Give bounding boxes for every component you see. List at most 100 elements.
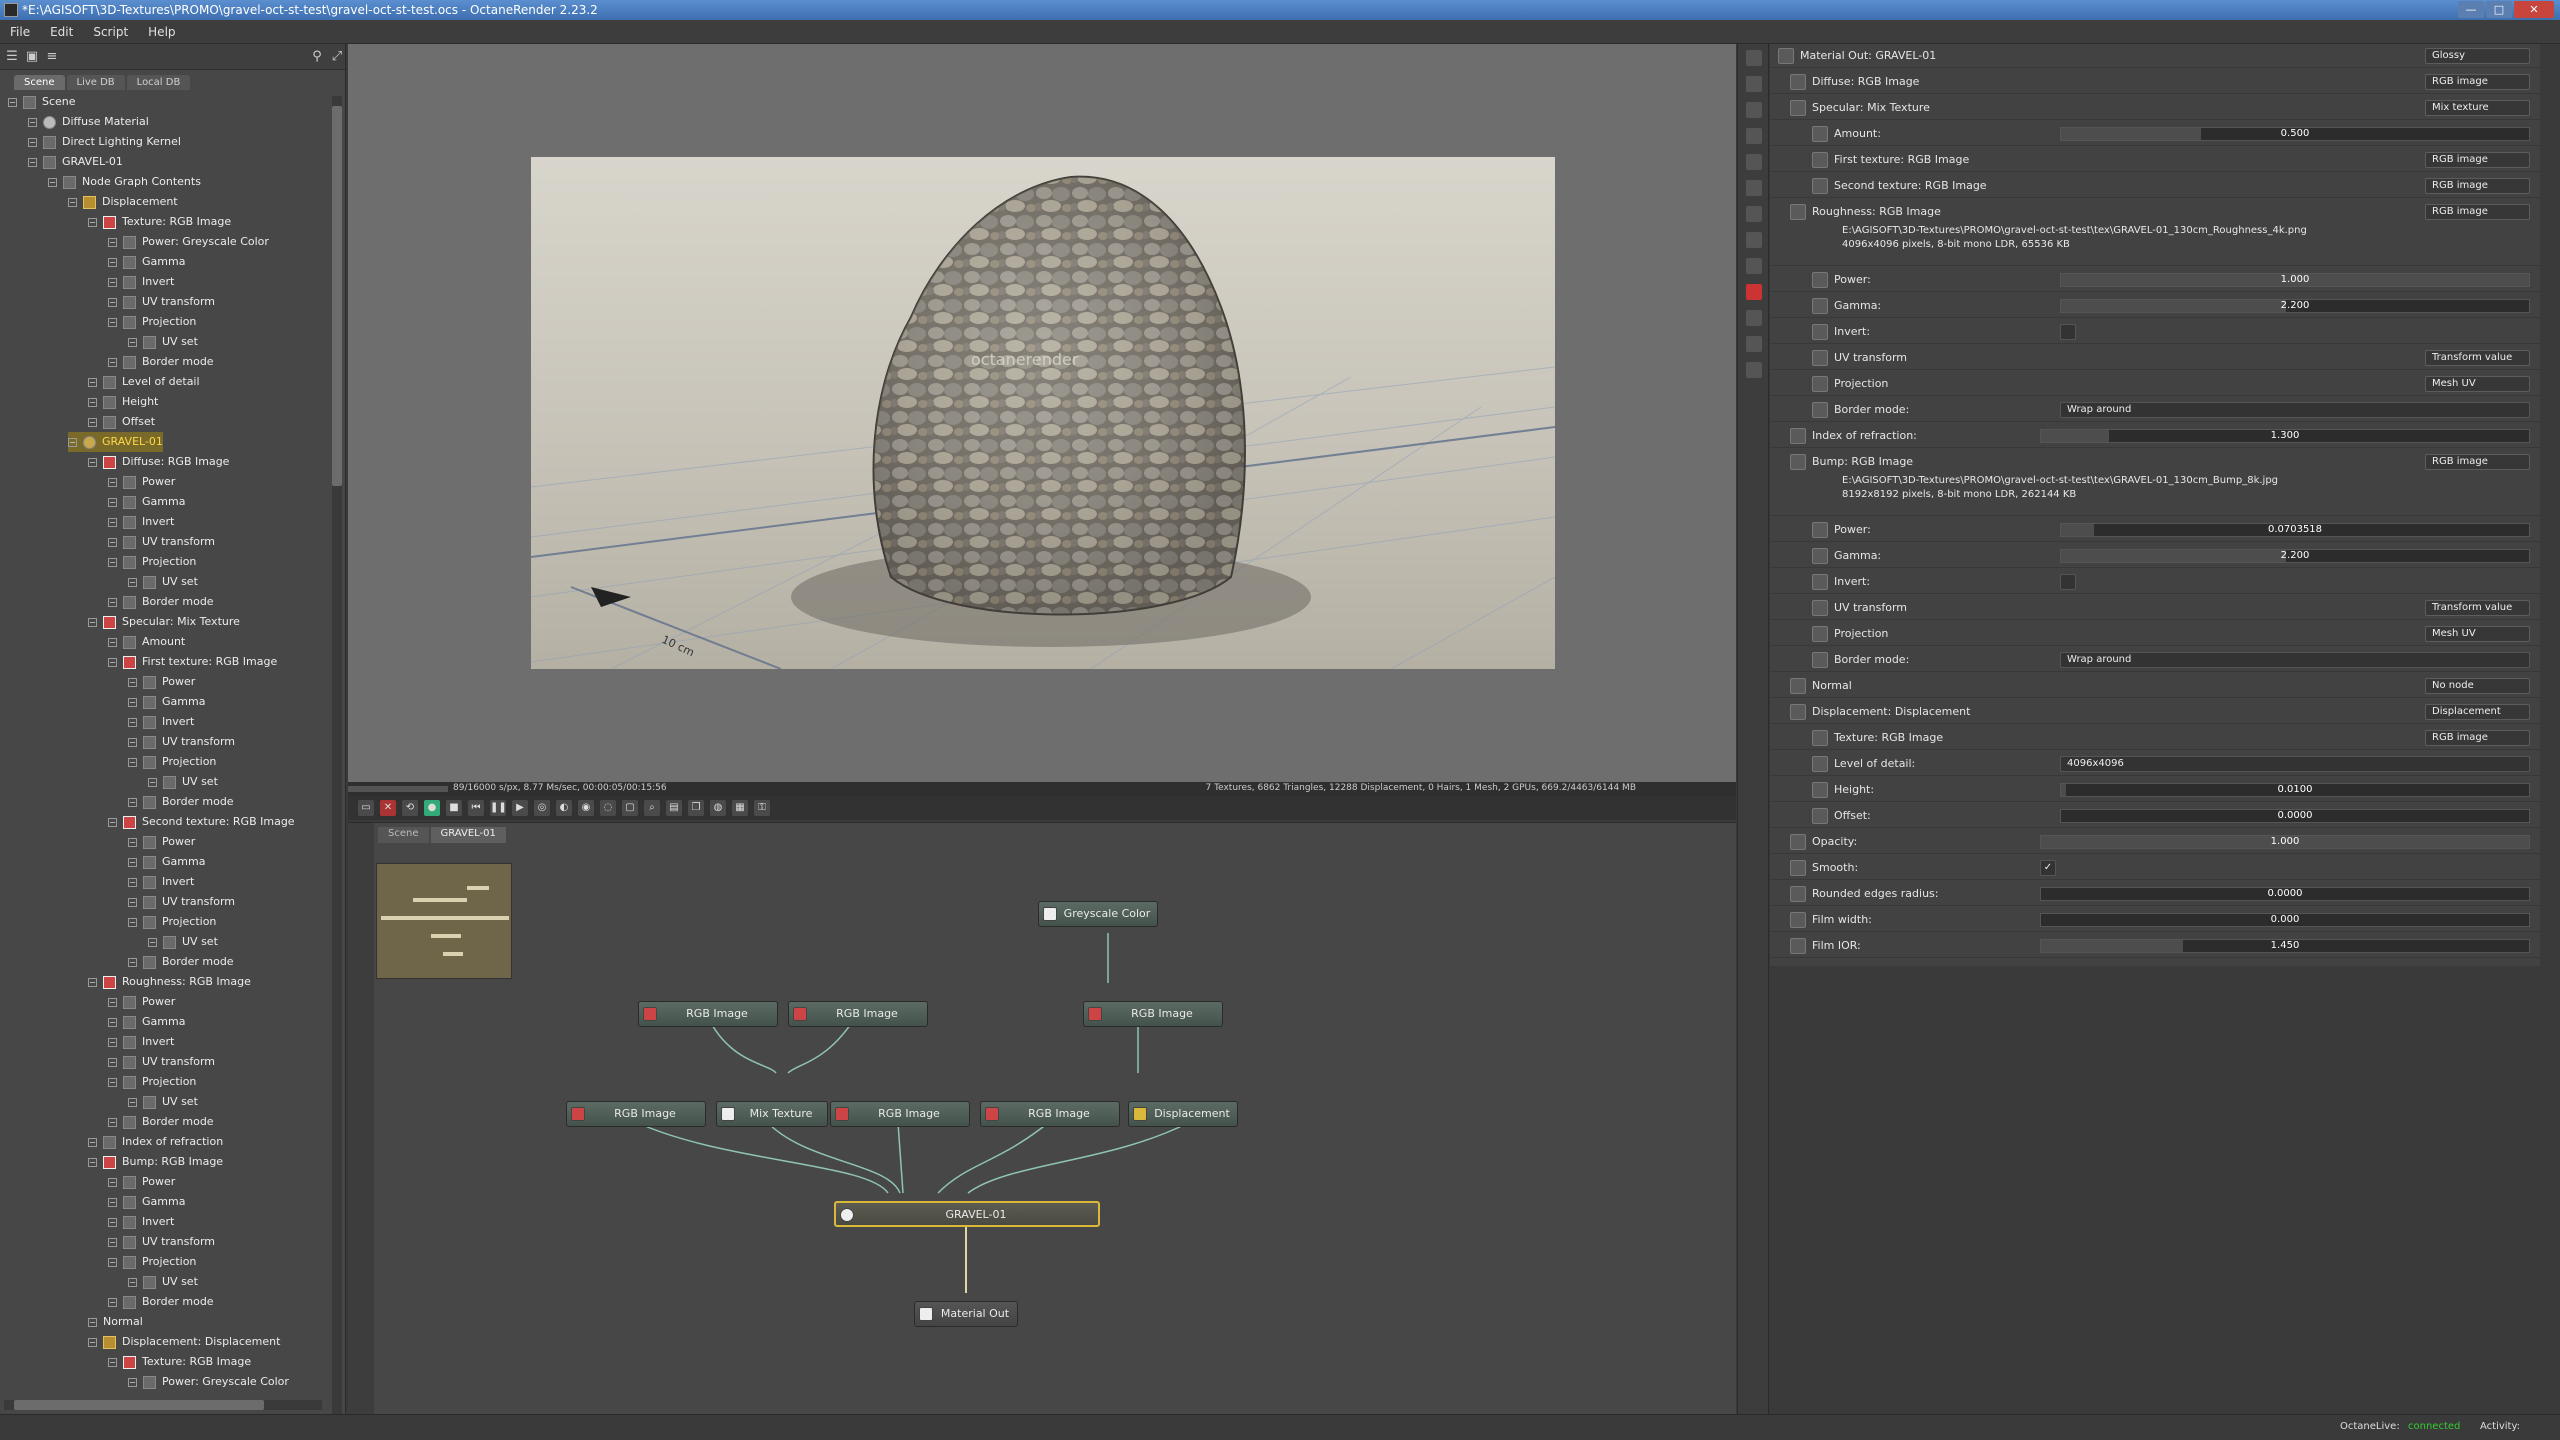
texture-icon[interactable] xyxy=(1790,204,1806,220)
expand-toggle-icon[interactable]: − xyxy=(108,277,117,287)
tree-item[interactable]: − Power: Greyscale Color xyxy=(108,232,269,252)
tree-item[interactable]: − Projection xyxy=(108,312,196,332)
displacement-param-type-dropdown[interactable]: Displacement xyxy=(2425,704,2530,720)
tree-item[interactable]: − Offset xyxy=(88,412,155,432)
tree-item[interactable]: − UV set xyxy=(128,1272,198,1292)
displacement-icon[interactable] xyxy=(1790,704,1806,720)
expand-toggle-icon[interactable]: − xyxy=(8,97,17,107)
camera-node-icon[interactable] xyxy=(1746,102,1762,118)
tree-item[interactable]: − Diffuse Material xyxy=(28,112,149,132)
expand-toggle-icon[interactable]: − xyxy=(128,577,137,587)
material-out-header[interactable]: Material Out: GRAVEL-01 Glossy xyxy=(1770,44,2540,68)
expand-toggle-icon[interactable]: − xyxy=(128,737,137,747)
tree-item[interactable]: − Texture: RGB Image xyxy=(108,1352,251,1372)
diffuse-param-type-dropdown[interactable]: RGB image xyxy=(2425,74,2530,90)
param-icon[interactable] xyxy=(1790,428,1806,444)
tree-item[interactable]: − Invert xyxy=(108,1212,174,1232)
expand-toggle-icon[interactable]: − xyxy=(128,797,137,807)
expand-toggle-icon[interactable]: − xyxy=(108,637,117,647)
outliner-scrollbar[interactable] xyxy=(332,96,342,1421)
expand-toggle-icon[interactable]: − xyxy=(108,557,117,567)
bump-uv-param-type-dropdown[interactable]: Transform value xyxy=(2425,600,2530,616)
displacement-lod-param-field[interactable]: 4096x4096 xyxy=(2060,756,2530,772)
maximize-button[interactable]: □ xyxy=(2486,1,2512,18)
normal-param[interactable]: Normal No node xyxy=(1770,674,2540,698)
expand-toggle-icon[interactable]: − xyxy=(108,1057,117,1067)
expand-toggle-icon[interactable]: − xyxy=(108,297,117,307)
tree-item[interactable]: − GRAVEL-01 xyxy=(28,152,123,172)
region-icon[interactable]: ▢ xyxy=(622,800,638,816)
displacement-param[interactable]: Displacement: Displacement Displacement xyxy=(1770,700,2540,724)
close-button[interactable]: ✕ xyxy=(2514,1,2554,18)
bump-projection-param-type-dropdown[interactable]: Mesh UV xyxy=(2425,626,2530,642)
tree-item[interactable]: − Power xyxy=(108,472,175,492)
transform-node-icon[interactable] xyxy=(1746,258,1762,274)
param-icon[interactable] xyxy=(1812,548,1828,564)
tree-item[interactable]: − Roughness: RGB Image xyxy=(88,972,251,992)
expand-toggle-icon[interactable]: − xyxy=(108,497,117,507)
param-icon[interactable] xyxy=(1790,834,1806,850)
material-out-header-type-dropdown[interactable]: Glossy xyxy=(2425,48,2530,64)
list-icon[interactable]: ≡ xyxy=(44,49,60,65)
imager-node-icon[interactable] xyxy=(1746,180,1762,196)
tree-item[interactable]: − Projection xyxy=(128,912,216,932)
tree-item[interactable]: − Power: Greyscale Color xyxy=(128,1372,289,1392)
second-texture-param-type-dropdown[interactable]: RGB image xyxy=(2425,178,2530,194)
displacement-offset-param[interactable]: Offset: 0.0000 xyxy=(1770,804,2540,828)
tree-item[interactable]: − Texture: RGB Image xyxy=(88,212,231,232)
tree-item[interactable]: − UV transform xyxy=(128,892,235,912)
node-material-out[interactable]: Material Out xyxy=(914,1301,1018,1327)
tree-item[interactable]: − Gamma xyxy=(108,492,185,512)
roughness-projection-param[interactable]: Projection Mesh UV xyxy=(1770,372,2540,396)
node-rgb-image-4[interactable]: RGB Image xyxy=(566,1101,706,1127)
expand-toggle-icon[interactable]: − xyxy=(108,537,117,547)
copy-icon[interactable]: ❐ xyxy=(688,800,704,816)
first-texture-param[interactable]: First texture: RGB Image RGB image xyxy=(1770,148,2540,172)
param-icon[interactable] xyxy=(1812,126,1828,142)
param-icon[interactable] xyxy=(1790,912,1806,928)
expand-toggle-icon[interactable]: − xyxy=(108,1217,117,1227)
tree-item[interactable]: − Projection xyxy=(128,752,216,772)
expand-toggle-icon[interactable]: − xyxy=(28,137,37,147)
tab-scene[interactable]: Scene xyxy=(14,75,65,90)
tree-item[interactable]: − Invert xyxy=(108,512,174,532)
stop-icon[interactable]: ■ xyxy=(446,800,462,816)
param-icon[interactable] xyxy=(1812,652,1828,668)
tab-live-db[interactable]: Live DB xyxy=(66,75,125,90)
film-ior-param[interactable]: Film IOR: 1.450 xyxy=(1770,934,2540,958)
subsample-icon[interactable]: ▦ xyxy=(732,800,748,816)
tree-item[interactable]: − Node Graph Contents xyxy=(48,172,201,192)
expand-toggle-icon[interactable]: − xyxy=(68,197,77,207)
node-rgb-image-2[interactable]: RGB Image xyxy=(788,1001,928,1027)
tree-item[interactable]: − GRAVEL-01 xyxy=(68,432,163,452)
tree-item[interactable]: − Invert xyxy=(128,712,194,732)
tree-item[interactable]: − UV transform xyxy=(128,732,235,752)
specular-param-type-dropdown[interactable]: Mix texture xyxy=(2425,100,2530,116)
tree-item[interactable]: − Gamma xyxy=(108,1192,185,1212)
tree-item[interactable]: − Invert xyxy=(108,1032,174,1052)
smooth-param[interactable]: Smooth: ✓ xyxy=(1770,856,2540,880)
roughness-power-param[interactable]: Power: 1.000 xyxy=(1770,268,2540,292)
tree-item[interactable]: − Invert xyxy=(108,272,174,292)
medium-node-icon[interactable] xyxy=(1746,310,1762,326)
param-icon[interactable] xyxy=(1812,298,1828,314)
expand-toggle-icon[interactable]: − xyxy=(108,1257,117,1267)
first-texture-param-type-dropdown[interactable]: RGB image xyxy=(2425,152,2530,168)
texture-node-icon[interactable] xyxy=(1746,76,1762,92)
object-picker-icon[interactable]: ◌ xyxy=(600,800,616,816)
roughness-invert-param-checkbox[interactable] xyxy=(2060,324,2076,340)
expand-toggle-icon[interactable]: − xyxy=(128,877,137,887)
tree-item[interactable]: − Power xyxy=(108,992,175,1012)
material-node-icon[interactable] xyxy=(1746,50,1762,66)
ior-param[interactable]: Index of refraction: 1.300 xyxy=(1770,424,2540,448)
param-icon[interactable] xyxy=(1812,402,1828,418)
camera-icon[interactable]: ▭ xyxy=(358,800,374,816)
param-icon[interactable] xyxy=(1812,574,1828,590)
node-material-gravel[interactable]: GRAVEL-01 xyxy=(834,1201,1100,1227)
tree-item[interactable]: − Power xyxy=(128,672,195,692)
expand-toggle-icon[interactable]: − xyxy=(88,377,97,387)
param-icon[interactable] xyxy=(1790,938,1806,954)
bump-param[interactable]: Bump: RGB Image RGB image E:\AGISOFT\3D-Te… xyxy=(1770,450,2540,516)
tree-item[interactable]: − Gamma xyxy=(128,692,205,712)
displacement-offset-param-slider[interactable]: 0.0000 xyxy=(2060,809,2530,823)
